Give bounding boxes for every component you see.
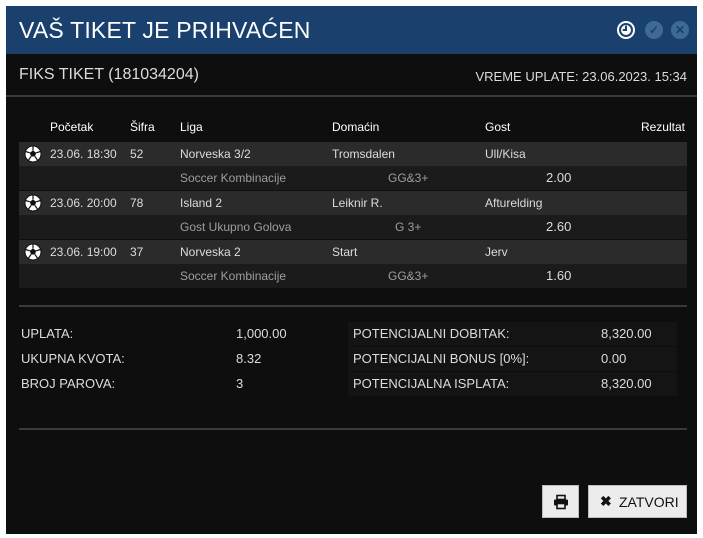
bet-type: Soccer Kombinacije: [180, 269, 287, 283]
bet-row: Soccer Kombinacije GG&3+ 1.60: [19, 264, 687, 288]
potential-win-value: 8,320.00: [601, 326, 652, 341]
match-home: Start: [332, 245, 358, 259]
match-code: 52: [130, 147, 144, 161]
column-header-start: Početak: [50, 120, 94, 134]
total-odds-value: 8.32: [236, 351, 262, 366]
ticket-title: FIKS TIKET (181034204): [19, 66, 199, 83]
potential-bonus-label: POTENCIJALNI BONUS [0%]:: [353, 351, 530, 366]
column-header-home: Domaćin: [332, 120, 380, 134]
match-home: Leiknir R.: [332, 196, 383, 210]
check-circle-icon[interactable]: ✓: [645, 21, 663, 39]
bet-odd: 2.00: [546, 170, 572, 185]
column-header-away: Gost: [485, 120, 511, 134]
table-row: 23.06. 19:00 37 Norveska 2 Start Jerv: [19, 240, 687, 264]
match-away: Afturelding: [485, 196, 543, 210]
total-odds-label: UKUPNA KVOTA:: [21, 351, 125, 366]
bet-row: Soccer Kombinacije GG&3+ 2.00: [19, 166, 687, 190]
match-away: Ull/Kisa: [485, 147, 526, 161]
bet-pick: GG&3+: [388, 269, 429, 283]
close-button[interactable]: ✖ ZATVORI: [588, 485, 687, 518]
close-button-label: ZATVORI: [619, 494, 679, 510]
column-header-league: Liga: [180, 120, 203, 134]
match-code: 37: [130, 245, 144, 259]
table-row: 23.06. 20:00 78 Island 2 Leiknir R. Aftu…: [19, 191, 687, 215]
print-button[interactable]: [542, 485, 579, 518]
potential-bonus-value: 0.00: [601, 351, 627, 366]
close-circle-icon[interactable]: ✕: [671, 21, 689, 39]
summary-divider: [19, 428, 687, 430]
printer-icon: [554, 494, 568, 510]
potential-win-label: POTENCIJALNI DOBITAK:: [353, 326, 510, 341]
bet-odd: 2.60: [546, 219, 572, 234]
payment-time: VREME UPLATE: 23.06.2023. 15:34: [475, 69, 688, 84]
column-header-result: Rezultat: [640, 120, 685, 134]
ticket-accepted-dialog: VAŠ TIKET JE PRIHVAĆEN ✓ ✕ FIKS TIKET (1…: [6, 6, 697, 534]
table-row: 23.06. 18:30 52 Norveska 3/2 Tromsdalen …: [19, 142, 687, 166]
match-home: Tromsdalen: [332, 147, 395, 161]
potential-payout-label: POTENCIJALNA ISPLATA:: [353, 376, 510, 391]
bet-odd: 1.60: [546, 268, 572, 283]
potential-payout-value: 8,320.00: [601, 376, 652, 391]
match-start: 23.06. 18:30: [50, 147, 117, 161]
column-header-code: Šifra: [130, 120, 155, 134]
soccer-ball-icon: [24, 243, 42, 261]
match-league: Island 2: [180, 196, 223, 210]
pairs-count-label: BROJ PAROVA:: [21, 376, 116, 391]
bet-type: Gost Ukupno Golova: [180, 220, 292, 234]
close-x-icon: ✖: [600, 493, 612, 509]
clock-icon[interactable]: [617, 21, 635, 39]
stake-label: UPLATA:: [21, 326, 74, 341]
soccer-ball-icon: [24, 194, 42, 212]
bet-type: Soccer Kombinacije: [180, 171, 287, 185]
match-league: Norveska 3/2: [180, 147, 251, 161]
table-divider: [19, 305, 687, 307]
match-code: 78: [130, 196, 144, 210]
bet-pick: G 3+: [395, 220, 422, 234]
dialog-title: VAŠ TIKET JE PRIHVAĆEN: [19, 17, 311, 43]
soccer-ball-icon: [24, 145, 42, 163]
bet-row: Gost Ukupno Golova G 3+ 2.60: [19, 215, 687, 239]
match-start: 23.06. 20:00: [50, 196, 117, 210]
pairs-count-value: 3: [236, 376, 244, 391]
match-league: Norveska 2: [180, 245, 241, 259]
stake-value: 1,000.00: [236, 326, 287, 341]
match-start: 23.06. 19:00: [50, 245, 117, 259]
header-divider: [6, 95, 697, 97]
bet-pick: GG&3+: [388, 171, 429, 185]
match-away: Jerv: [485, 245, 508, 259]
dialog-header: VAŠ TIKET JE PRIHVAĆEN ✓ ✕: [6, 6, 697, 54]
